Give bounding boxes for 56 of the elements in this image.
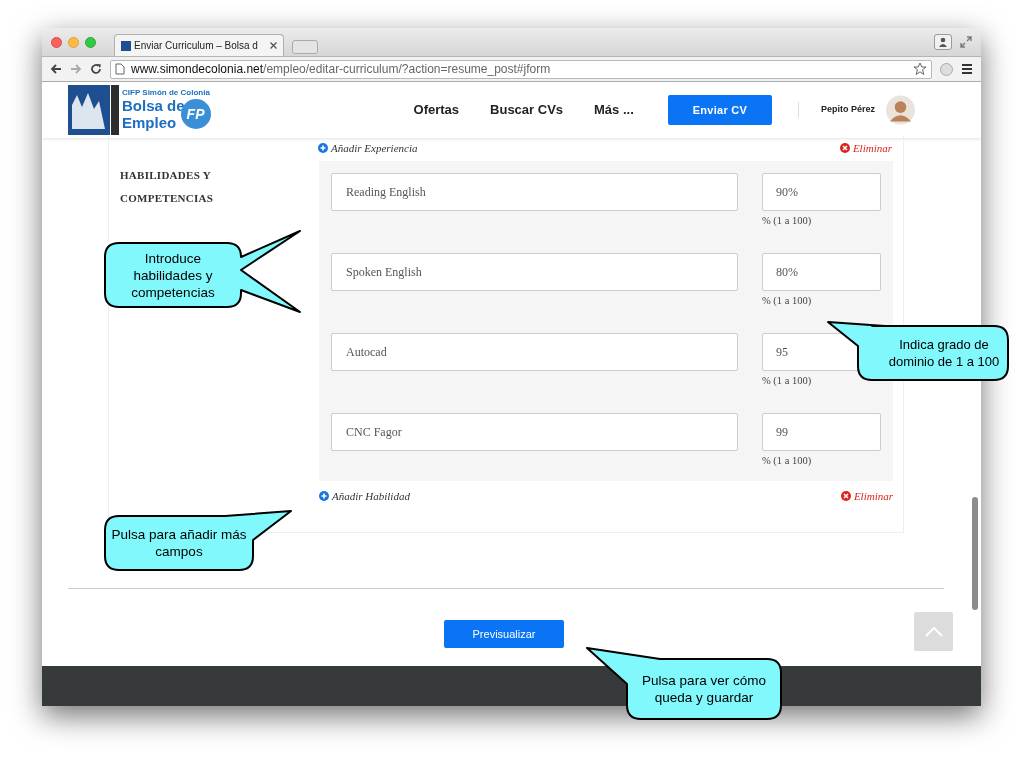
plus-icon — [318, 143, 328, 153]
browser-tab[interactable]: Enviar Curriculum – Bolsa d — [114, 34, 284, 56]
add-link[interactable]: Añadir Habilidad — [319, 487, 410, 505]
extension-icon[interactable] — [940, 62, 953, 76]
callout-tooltip-text: Indica grado de dominio de 1 a 100 — [887, 336, 1001, 370]
site-favicon-icon — [121, 40, 131, 51]
remove-link[interactable]: Eliminar — [840, 487, 893, 505]
chevron-up-icon — [924, 626, 943, 637]
fullscreen-icon[interactable] — [960, 36, 972, 48]
page-icon — [115, 63, 125, 75]
scrollbar-thumb[interactable] — [972, 497, 978, 610]
preview-button[interactable]: Previsualizar — [444, 620, 564, 648]
new-tab-button[interactable] — [292, 40, 318, 54]
nav-link[interactable]: Más ... — [594, 100, 634, 120]
remove-icon — [839, 143, 850, 153]
plus-icon — [319, 491, 329, 501]
url-text: www.simondecolonia.net/empleo/editar-curriculum/?action=resume_post#jform — [131, 61, 551, 78]
avatar[interactable] — [886, 95, 915, 125]
field-hint: % (1 a 100) — [762, 374, 813, 388]
field-hint: % (1 a 100) — [762, 214, 813, 228]
logo-title: Empleo — [122, 114, 178, 131]
address-bar[interactable]: www.simondecolonia.net/empleo/editar-curriculum/?action=resume_post#jform — [110, 59, 932, 79]
nav-link[interactable]: Ofertas — [413, 100, 460, 120]
skill-name-field[interactable]: Spoken English — [331, 253, 738, 291]
user-name[interactable]: Pepito Pérez — [821, 103, 876, 117]
skill-level-field[interactable]: 90% — [762, 173, 881, 211]
skill-level-field[interactable]: 80% — [762, 253, 881, 291]
remove-icon — [840, 491, 851, 501]
add-link[interactable]: Añadir Experiencia — [318, 139, 418, 157]
callout-tooltip-text: Pulsa para ver cómo queda y guardar — [641, 672, 767, 706]
profile-button[interactable] — [934, 34, 952, 50]
menu-icon[interactable] — [961, 63, 973, 75]
remove-link[interactable]: Eliminar — [839, 139, 892, 157]
forward-icon[interactable] — [70, 63, 82, 75]
maximize-window-icon[interactable] — [85, 36, 96, 48]
school-name: CIFP Simón de Colonia — [122, 89, 211, 97]
minimize-window-icon[interactable] — [68, 36, 79, 48]
close-window-icon[interactable] — [51, 36, 62, 48]
tower-logo-icon — [68, 85, 120, 135]
field-hint: % (1 a 100) — [762, 454, 813, 468]
person-icon — [938, 37, 948, 47]
close-tab-icon[interactable] — [270, 42, 277, 49]
bookmark-star-icon[interactable] — [913, 62, 927, 76]
skill-name-field[interactable]: Reading English — [331, 173, 738, 211]
callout-tooltip-text: Pulsa para añadir más campos — [111, 526, 247, 560]
reload-icon[interactable] — [90, 63, 102, 75]
field-hint: % (1 a 100) — [762, 294, 813, 308]
section-label: HABILIDADES Y COMPETENCIAS — [120, 168, 215, 206]
back-icon[interactable] — [50, 63, 62, 75]
send-cv-button[interactable]: Enviar CV — [667, 95, 773, 125]
nav-link[interactable]: Buscar CVs — [490, 100, 564, 120]
skill-name-field[interactable]: CNC Fagor — [331, 413, 738, 451]
tab-title: Enviar Curriculum – Bolsa d — [134, 39, 259, 53]
callout-tooltip-text: Introduce habilidades y competencias — [130, 249, 216, 301]
skill-level-field[interactable]: 99 — [762, 413, 881, 451]
skill-name-field[interactable]: Autocad — [331, 333, 738, 371]
